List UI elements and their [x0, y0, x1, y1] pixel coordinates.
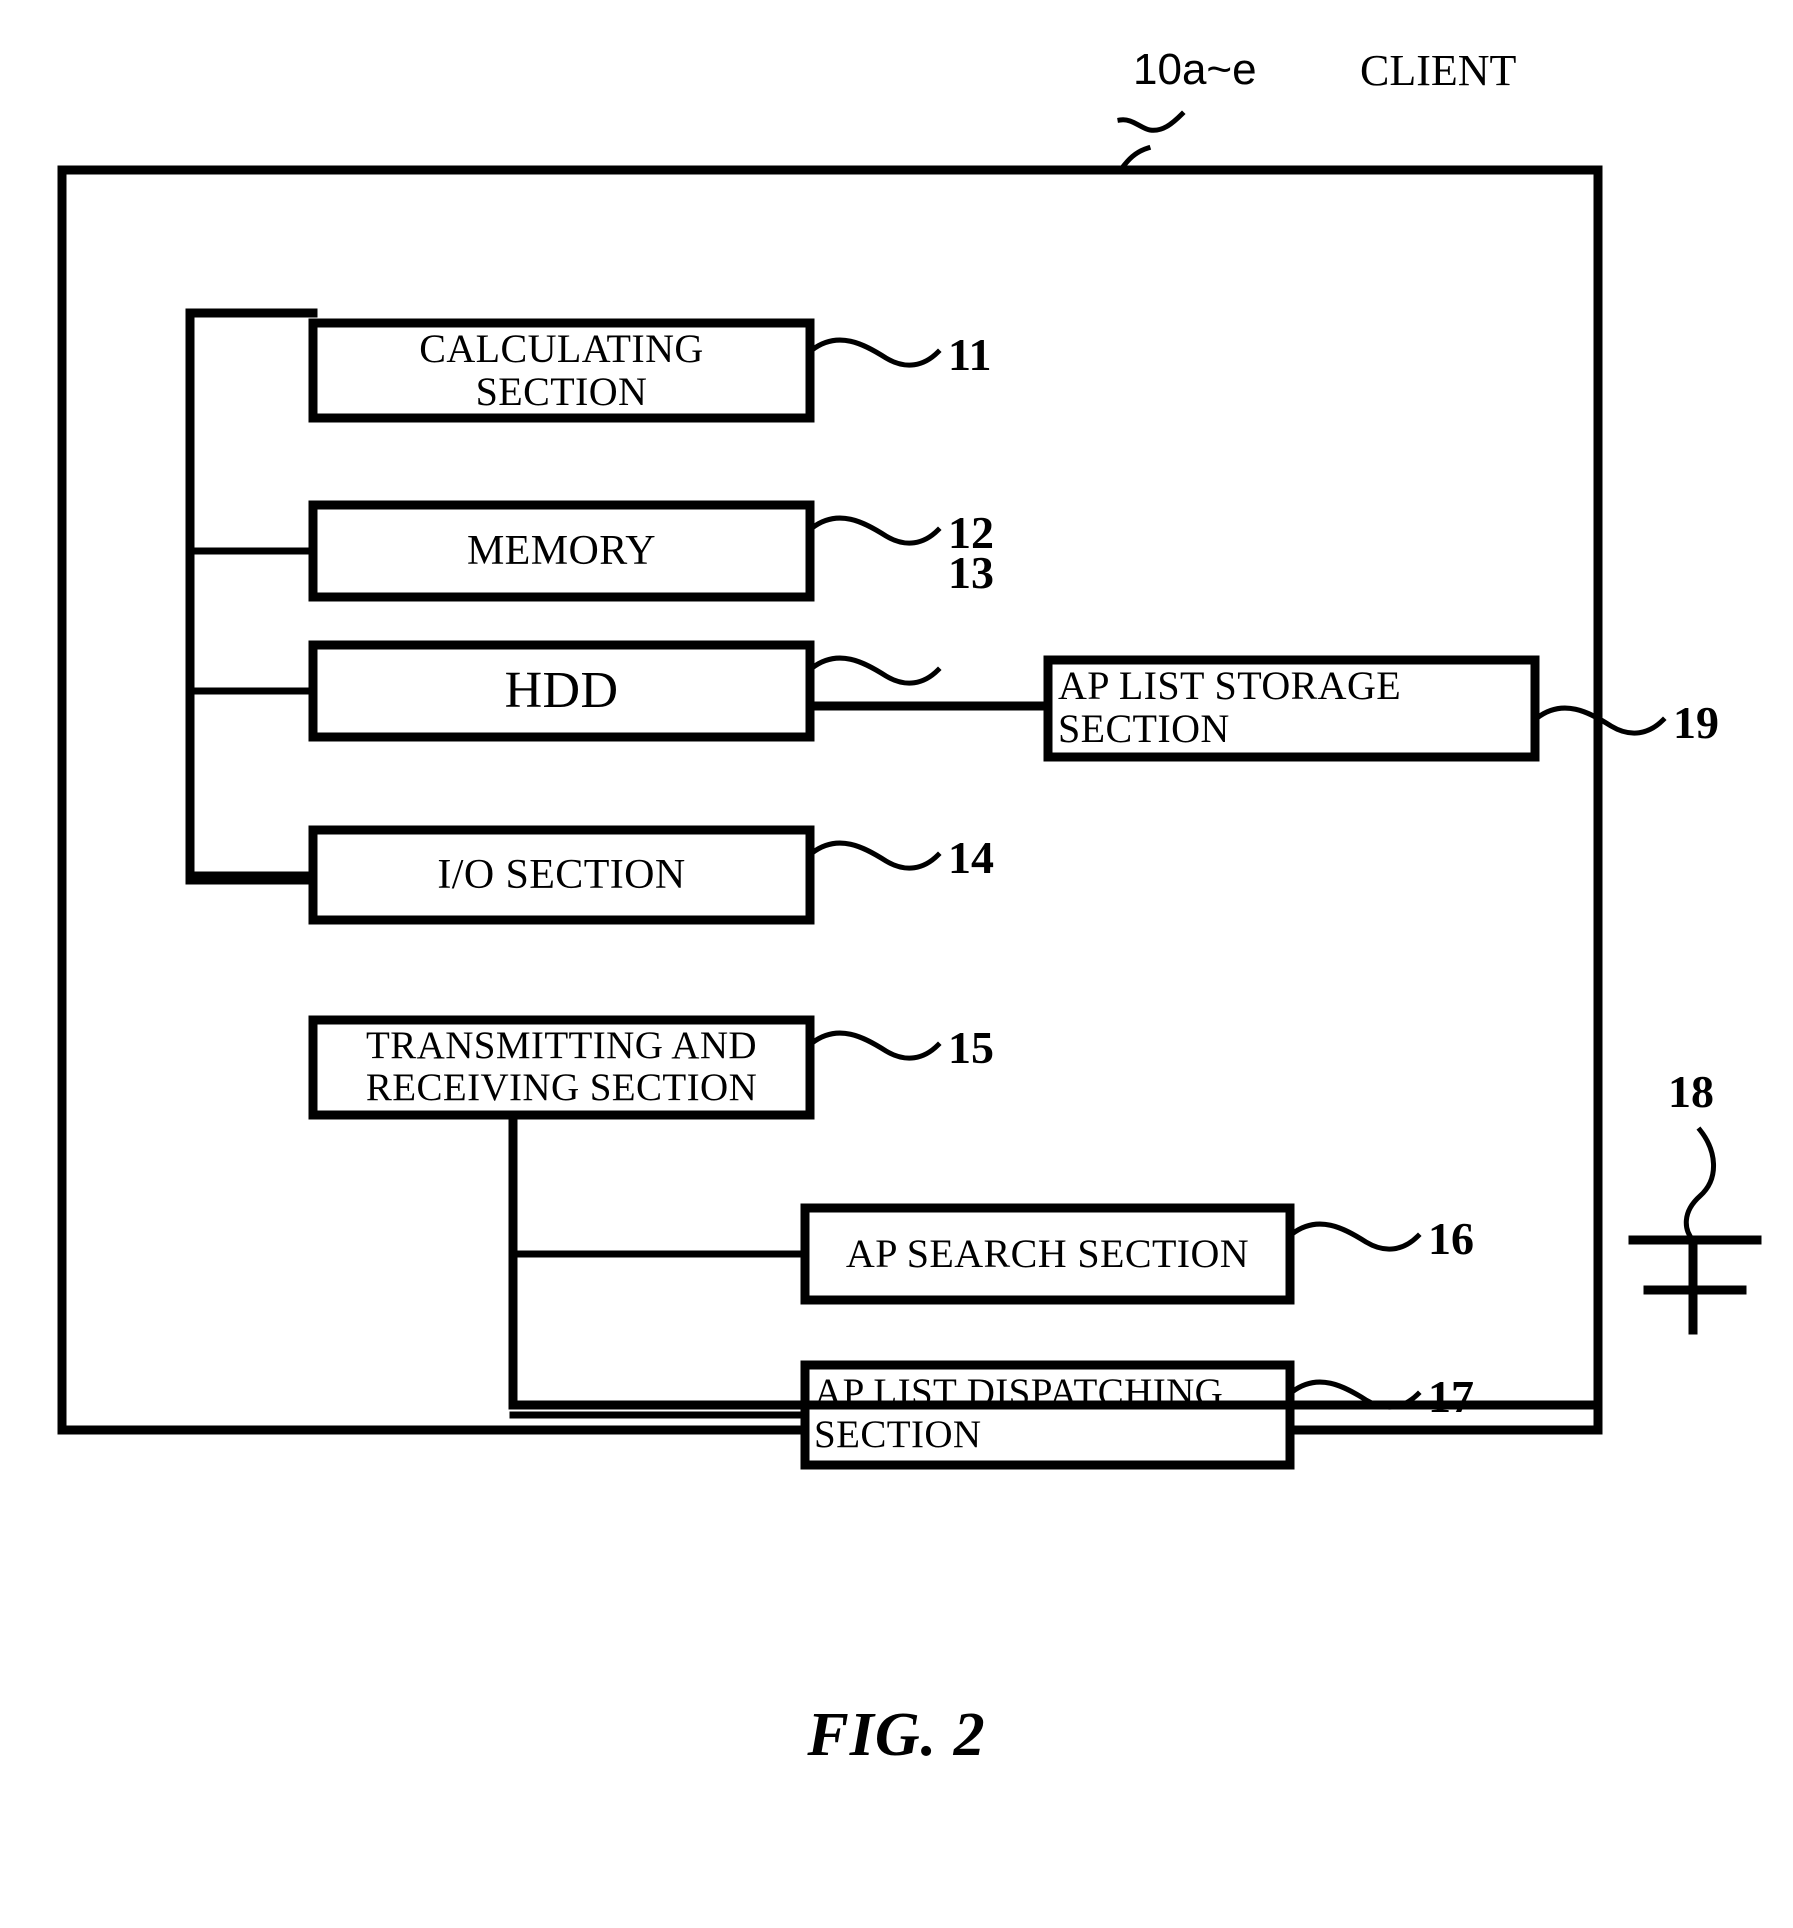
reference-number-14: 14 [948, 832, 994, 883]
client-reference-number: 10a~e [1133, 45, 1257, 94]
reference-number-11: 11 [948, 329, 992, 380]
reference-number-17: 17 [1428, 1371, 1474, 1422]
reference-number-19: 19 [1673, 697, 1719, 748]
box-io-section [308, 825, 815, 925]
leader-squiggle-14 [808, 840, 942, 871]
leader-squiggle-16 [1288, 1221, 1422, 1252]
figure-linework [57, 110, 1762, 1470]
leader-squiggle-13 [808, 655, 942, 686]
box-hdd [308, 640, 815, 742]
patent-figure-2: 10a~e CLIENT CALCULATING SECTION MEMORY … [0, 0, 1793, 1928]
box-memory [308, 500, 815, 602]
reference-number-15: 15 [948, 1022, 994, 1073]
box-transmitting-receiving-section [308, 1015, 815, 1120]
client-title-label: CLIENT [1360, 46, 1517, 95]
client-leader-line [1118, 144, 1152, 172]
reference-number-16: 16 [1428, 1213, 1474, 1264]
box-ap-list-storage-section [1043, 655, 1540, 762]
box-calculating-section [308, 318, 815, 423]
client-leader-squiggle [1117, 110, 1186, 133]
network-leader-squiggle [1683, 1126, 1716, 1244]
figure-caption: FIG. 2 [807, 1701, 986, 1769]
leader-squiggle-12 [808, 515, 942, 546]
box-ap-search-section [800, 1203, 1295, 1305]
box-ap-list-dispatching-section [800, 1360, 1295, 1470]
leader-squiggle-15 [808, 1030, 942, 1061]
leader-squiggle-11 [808, 337, 942, 368]
reference-number-13: 13 [948, 547, 994, 598]
reference-number-18: 18 [1668, 1066, 1714, 1117]
